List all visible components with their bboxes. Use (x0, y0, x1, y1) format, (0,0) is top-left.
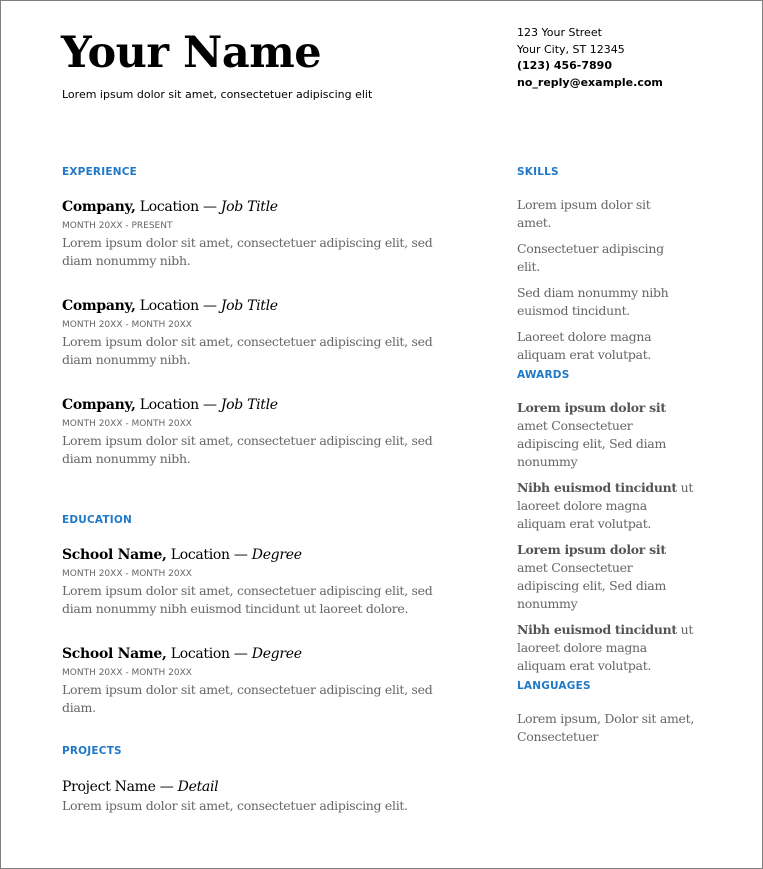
award-text: amet Consectetuer adipiscing elit, Sed d… (517, 418, 666, 469)
tagline: Lorem ipsum dolor sit amet, consectetuer… (62, 88, 373, 101)
entry-role: Degree (251, 646, 302, 662)
entry-org: Company, (62, 298, 136, 314)
section-heading-education: EDUCATION (62, 514, 133, 526)
entry-dates: MONTH 20XX - PRESENT (62, 221, 173, 231)
award-item: Lorem ipsum dolor sit amet Consectetuer … (517, 399, 695, 471)
entry-org: School Name, (62, 646, 167, 662)
entry-title: School Name, Location — Degree (62, 545, 462, 565)
skill-item: Sed diam nonummy nibh euismod tincidunt. (517, 285, 669, 318)
section-heading-languages: LANGUAGES (517, 680, 591, 692)
entry-description: Lorem ipsum dolor sit amet, consectetuer… (62, 433, 433, 466)
award-item: Nibh euismod tincidunt ut laoreet dolore… (517, 621, 695, 675)
entry-location: Location — (166, 646, 252, 662)
entry-location: Location — (166, 547, 252, 563)
award-title: Nibh euismod tincidunt (517, 622, 677, 637)
award-title: Lorem ipsum dolor sit (517, 542, 666, 557)
entry-role: Job Title (220, 199, 278, 215)
education-entry: School Name, Location — Degree MONTH 20X… (62, 644, 462, 717)
skills-list: Lorem ipsum dolor sit amet. Consectetuer… (517, 196, 677, 372)
resume-page: Your Name Lorem ipsum dolor sit amet, co… (0, 0, 763, 869)
experience-entry: Company, Location — Job Title MONTH 20XX… (62, 197, 462, 270)
entry-title: Project Name — Detail (62, 777, 462, 797)
languages-block: Lorem ipsum, Dolor sit amet, Consectetue… (517, 710, 697, 754)
entry-role: Degree (251, 547, 302, 563)
project-name: Project Name — (62, 779, 178, 795)
contact-street: 123 Your Street (517, 26, 602, 39)
award-title: Lorem ipsum dolor sit (517, 400, 666, 415)
entry-org: Company, (62, 199, 136, 215)
entry-role: Job Title (220, 397, 278, 413)
award-item: Nibh euismod tincidunt ut laoreet dolore… (517, 479, 695, 533)
entry-dates: MONTH 20XX - MONTH 20XX (62, 419, 192, 429)
entry-dates: MONTH 20XX - MONTH 20XX (62, 320, 192, 330)
education-entry: School Name, Location — Degree MONTH 20X… (62, 545, 462, 618)
entry-dates: MONTH 20XX - MONTH 20XX (62, 668, 192, 678)
award-item: Lorem ipsum dolor sit amet Consectetuer … (517, 541, 695, 613)
entry-role: Job Title (220, 298, 278, 314)
entry-title: Company, Location — Job Title (62, 395, 462, 415)
entry-dates: MONTH 20XX - MONTH 20XX (62, 569, 192, 579)
entry-title: Company, Location — Job Title (62, 296, 462, 316)
entry-org: Company, (62, 397, 136, 413)
contact-city: Your City, ST 12345 (517, 42, 625, 56)
section-heading-awards: AWARDS (517, 369, 570, 381)
project-entry: Project Name — Detail Lorem ipsum dolor … (62, 777, 462, 815)
entry-description: Lorem ipsum dolor sit amet, consectetuer… (62, 583, 433, 616)
languages-text: Lorem ipsum, Dolor sit amet, Consectetue… (517, 711, 695, 744)
experience-entry: Company, Location — Job Title MONTH 20XX… (62, 395, 462, 468)
entry-location: Location — (135, 199, 221, 215)
section-heading-skills: SKILLS (517, 166, 559, 178)
award-text: amet Consectetuer adipiscing elit, Sed d… (517, 560, 666, 611)
entry-description: Lorem ipsum dolor sit amet, consectetuer… (62, 798, 408, 813)
contact-block: 123 Your Street Your City, ST 12345 (123… (517, 25, 663, 91)
entry-location: Location — (135, 298, 221, 314)
awards-list: Lorem ipsum dolor sit amet Consectetuer … (517, 399, 695, 683)
experience-entry: Company, Location — Job Title MONTH 20XX… (62, 296, 462, 369)
section-heading-experience: EXPERIENCE (62, 166, 137, 178)
project-detail: Detail (177, 779, 219, 795)
entry-title: School Name, Location — Degree (62, 644, 462, 664)
entry-org: School Name, (62, 547, 167, 563)
entry-description: Lorem ipsum dolor sit amet, consectetuer… (62, 682, 433, 715)
award-title: Nibh euismod tincidunt (517, 480, 677, 495)
section-heading-projects: PROJECTS (62, 745, 122, 757)
entry-description: Lorem ipsum dolor sit amet, consectetuer… (62, 235, 433, 268)
skill-item: Laoreet dolore magna aliquam erat volutp… (517, 329, 652, 362)
entry-description: Lorem ipsum dolor sit amet, consectetuer… (62, 334, 433, 367)
skill-item: Lorem ipsum dolor sit amet. (517, 197, 651, 230)
skill-item: Consectetuer adipiscing elit. (517, 241, 664, 274)
entry-title: Company, Location — Job Title (62, 197, 462, 217)
contact-phone: (123) 456-7890 (517, 59, 612, 72)
entry-location: Location — (135, 397, 221, 413)
contact-email: no_reply@example.com (517, 75, 663, 89)
name-heading: Your Name (61, 28, 322, 78)
